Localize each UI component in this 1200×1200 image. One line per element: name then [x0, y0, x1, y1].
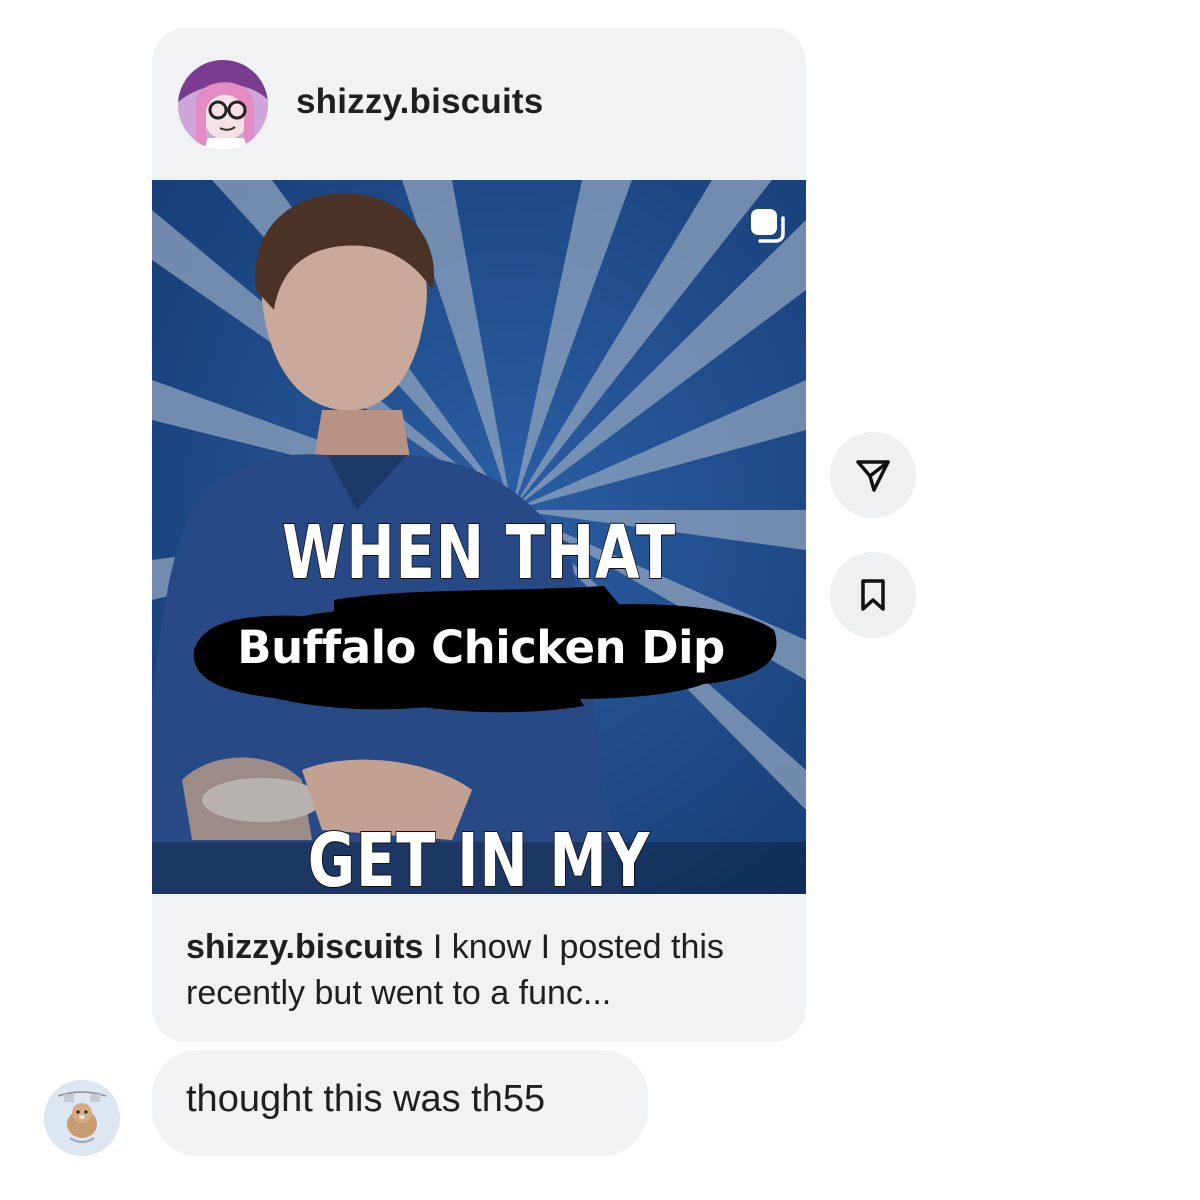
post-caption[interactable]: shizzy.biscuits I know I posted this rec… [186, 924, 776, 1016]
share-button[interactable] [830, 432, 916, 518]
chat-thread: shizzy.biscuits WHEN THAT Buffalo Chicke… [0, 0, 1200, 1200]
author-avatar[interactable] [178, 60, 268, 150]
send-icon [856, 460, 890, 492]
save-button[interactable] [830, 552, 916, 638]
caption-author: shizzy.biscuits [186, 928, 424, 966]
sticker-text: Buffalo Chicken Dip [237, 621, 725, 674]
bookmark-icon [861, 579, 885, 611]
shared-post-card[interactable]: shizzy.biscuits WHEN THAT Buffalo Chicke… [152, 28, 806, 1042]
meme-bottom-text: GET IN MY SYSTEM [307, 817, 651, 894]
reply-message-text: thought this was th55 [186, 1078, 546, 1120]
sender-avatar[interactable] [44, 1080, 120, 1156]
carousel-icon [748, 206, 788, 246]
post-media[interactable]: WHEN THAT Buffalo Chicken Dip GET IN MY … [152, 180, 806, 894]
reply-message-bubble[interactable]: thought this was th55 [152, 1050, 648, 1156]
post-author-name[interactable]: shizzy.biscuits [296, 82, 543, 122]
post-header[interactable]: shizzy.biscuits [152, 28, 806, 180]
